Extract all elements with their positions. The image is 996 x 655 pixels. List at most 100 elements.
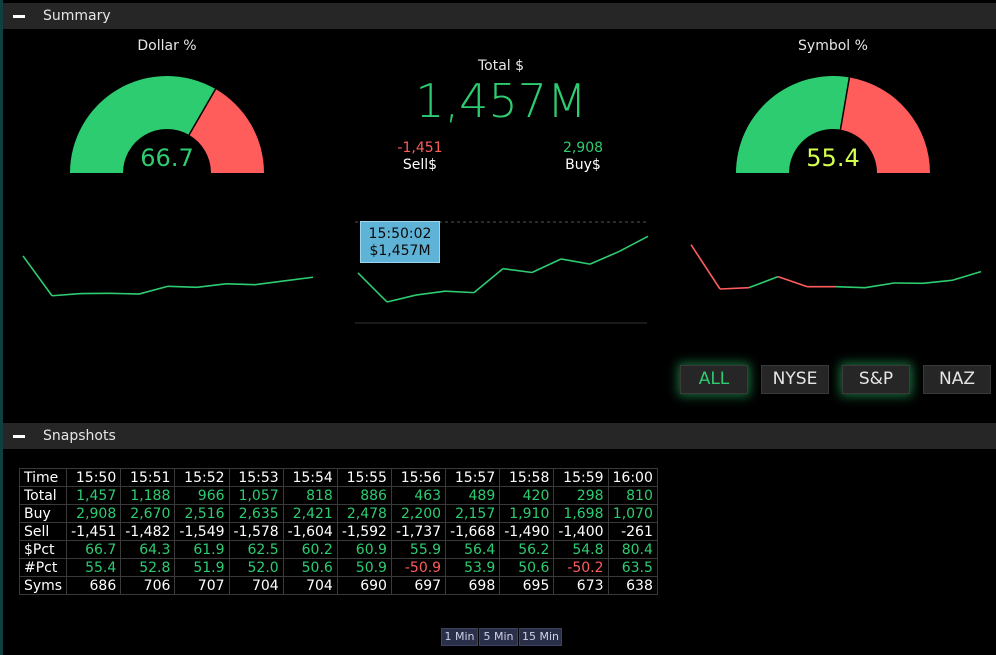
table-cell: 2,670 [120, 504, 176, 523]
sparkline-segment [951, 270, 982, 282]
sparkline-segment [618, 235, 649, 253]
sparkline-segment [922, 279, 953, 285]
collapse-icon[interactable] [13, 434, 25, 438]
table-cell: 2,421 [282, 504, 338, 523]
summary-title: Summary [43, 8, 111, 24]
table-cell: 298 [553, 486, 609, 505]
table-cell: 2,200 [390, 504, 447, 523]
interval-1min-button[interactable]: 1 Min [441, 628, 478, 646]
table-cell: 2,908 [66, 504, 122, 523]
sparkline-segment [719, 286, 750, 290]
total-label: Total $ [477, 58, 525, 74]
sparkline-segment [415, 290, 446, 296]
row-label: Buy [18, 504, 68, 523]
table-cell: -50.9 [390, 558, 447, 577]
table-cell: -1,592 [336, 522, 392, 541]
buy-label: Buy$ [565, 157, 601, 173]
table-cell: 695 [499, 576, 555, 595]
collapse-icon[interactable] [13, 14, 25, 18]
sparkline-segment [51, 292, 82, 297]
dollar-gauge-value: 66.7 [140, 144, 194, 172]
table-cell: 707 [174, 576, 230, 595]
market-sp-button[interactable]: S&P [842, 365, 910, 394]
table-cell: 1,070 [607, 504, 658, 523]
table-cell: 704 [282, 576, 338, 595]
table-row: $Pct 66.7 64.3 61.9 62.5 60.2 60.9 55.9 56.4 56.2… [18, 540, 658, 559]
snapshots-title: Snapshots [43, 428, 116, 444]
table-cell: 15:50 [66, 468, 122, 487]
sparkline-segment [225, 282, 256, 286]
table-cell: 818 [282, 486, 338, 505]
table-cell: -1,490 [499, 522, 555, 541]
window-left-edge [0, 0, 3, 655]
market-nyse-button[interactable]: NYSE [761, 365, 829, 394]
summary-panel-header[interactable]: Summary [3, 3, 996, 29]
table-cell: 15:52 [174, 468, 230, 487]
table-cell: 52.0 [228, 558, 284, 577]
sparkline-segment [777, 275, 808, 288]
row-label: Sell [18, 522, 68, 541]
table-cell: 686 [66, 576, 122, 595]
table-cell: -261 [607, 522, 658, 541]
table-cell: 2,635 [228, 504, 284, 523]
sparkline-segment [835, 285, 866, 289]
table-cell: 463 [390, 486, 447, 505]
table-cell: 706 [120, 576, 176, 595]
sparkline-segment [22, 255, 53, 297]
table-cell: 52.8 [120, 558, 176, 577]
interval-5min-button[interactable]: 5 Min [479, 628, 518, 646]
table-cell: 638 [607, 576, 658, 595]
sparkline-segment [473, 268, 504, 294]
sell-label: Sell$ [402, 157, 438, 173]
row-label: Total [18, 486, 68, 505]
snapshots-panel-header[interactable]: Snapshots [3, 423, 996, 449]
table-cell: 15:54 [282, 468, 338, 487]
row-label: #Pct [18, 558, 68, 577]
sparkline-segment [254, 280, 285, 286]
table-cell: 15:51 [120, 468, 176, 487]
table-cell: 63.5 [607, 558, 658, 577]
table-cell: 1,057 [228, 486, 284, 505]
buy-value: 2,908 [562, 140, 604, 156]
table-cell: 60.9 [336, 540, 392, 559]
market-all-button[interactable]: ALL [680, 365, 748, 394]
table-cell: 704 [228, 576, 284, 595]
table-cell: 420 [499, 486, 555, 505]
sparkline-segment [196, 282, 227, 289]
table-cell: 2,478 [336, 504, 392, 523]
table-cell: 62.5 [228, 540, 284, 559]
table-cell: -1,737 [390, 522, 447, 541]
table-cell: -50.2 [553, 558, 609, 577]
sparkline-tooltip: 15:50:02 $1,457M [360, 221, 440, 263]
symbol-pct-sparkline [690, 244, 982, 290]
sparkline-segment [690, 244, 721, 290]
table-row: Syms 686 706 707 704 704 690 697 698 695 673 638 [18, 576, 658, 595]
table-cell: -1,668 [445, 522, 501, 541]
tooltip-time: 15:50:02 [368, 226, 432, 242]
table-cell: 810 [607, 486, 658, 505]
table-cell: 1,188 [120, 486, 176, 505]
table-cell: 15:57 [445, 468, 501, 487]
row-label: Syms [18, 576, 68, 595]
interval-15min-button[interactable]: 15 Min [519, 628, 562, 646]
table-cell: 697 [390, 576, 447, 595]
snapshots-table: Time 15:50 15:51 15:52 15:53 15:54 15:55 15:56 1… [18, 468, 658, 595]
table-cell: 489 [445, 486, 501, 505]
table-cell: 673 [553, 576, 609, 595]
table-cell: 56.2 [499, 540, 555, 559]
table-cell: 56.4 [445, 540, 501, 559]
table-cell: 64.3 [120, 540, 176, 559]
table-cell: 2,157 [445, 504, 501, 523]
table-cell: 15:59 [553, 468, 609, 487]
sparkline-segment [138, 285, 169, 295]
market-naz-button[interactable]: NAZ [923, 365, 991, 394]
table-cell: 55.4 [66, 558, 122, 577]
table-cell: 80.4 [607, 540, 658, 559]
table-row: #Pct 55.4 52.8 51.9 52.0 50.6 50.9 -50.9 53.9 50.… [18, 558, 658, 577]
sparkline-segment [357, 272, 388, 303]
dollar-gauge-title: Dollar % [137, 38, 197, 54]
table-row: Sell -1,451 -1,482 -1,549 -1,578 -1,604 -1,592… [18, 522, 658, 541]
table-cell: -1,482 [120, 522, 176, 541]
sparkline-segment [560, 258, 591, 265]
table-cell: -1,400 [553, 522, 609, 541]
